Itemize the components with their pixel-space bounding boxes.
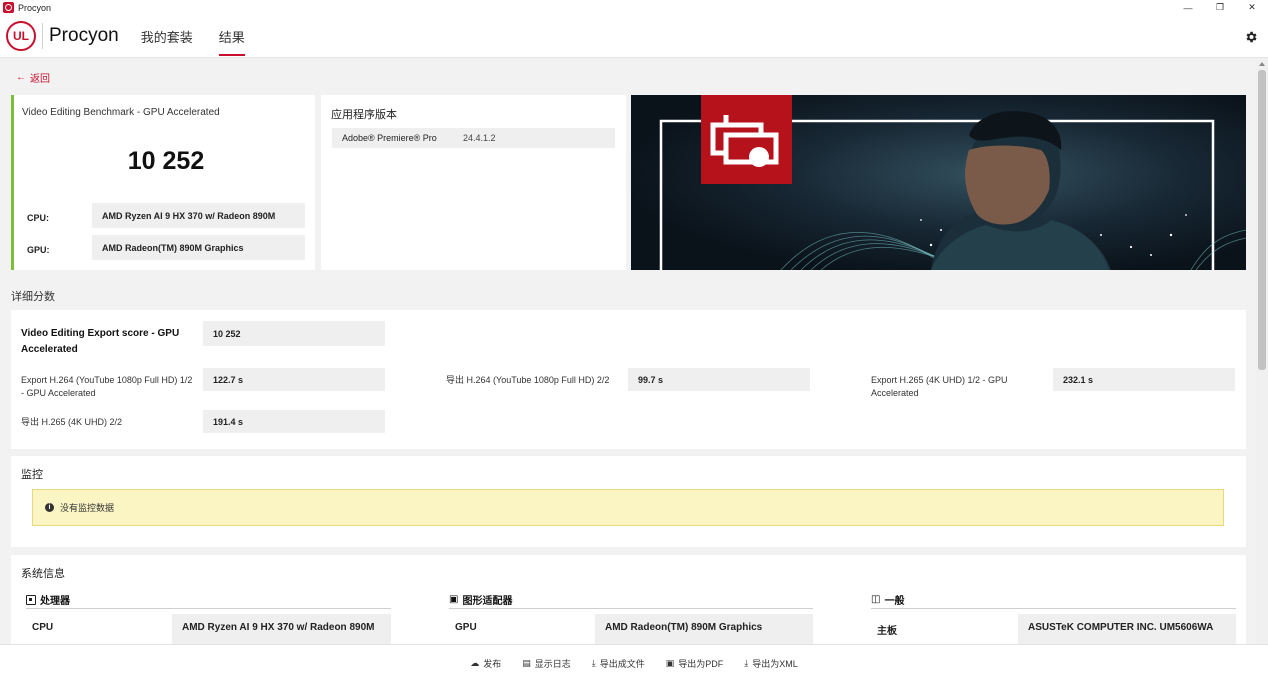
no-monitoring-text: 没有监控数据 bbox=[60, 503, 115, 513]
download-icon: ⤓ bbox=[744, 658, 749, 668]
document-icon: ▤ bbox=[522, 658, 531, 668]
main-nav: 我的套装 结果 bbox=[141, 15, 271, 58]
app-version-row: Adobe® Premiere® Pro 24.4.1.2 bbox=[332, 128, 615, 148]
app-name: Adobe® Premiere® Pro bbox=[342, 133, 437, 143]
back-link[interactable]: ← 返回 bbox=[16, 70, 50, 85]
app-version-card: 应用程序版本 Adobe® Premiere® Pro 24.4.1.2 bbox=[321, 95, 626, 270]
cpu-info-value: AMD Ryzen AI 9 HX 370 w/ Radeon 890M bbox=[172, 614, 391, 644]
motherboard-value: ASUSTeK COMPUTER INC. UM5606WA bbox=[1018, 614, 1236, 644]
h264-gpu-value: 122.7 s bbox=[203, 368, 385, 391]
ul-logo: UL bbox=[6, 21, 36, 51]
brand-name: Procyon bbox=[49, 25, 119, 46]
processor-divider bbox=[26, 608, 391, 609]
graphics-divider bbox=[449, 608, 813, 609]
close-button[interactable]: ✕ bbox=[1236, 0, 1268, 15]
publish-label: 发布 bbox=[483, 659, 502, 669]
scrollbar-thumb[interactable] bbox=[1258, 70, 1266, 370]
cpu-value: AMD Ryzen AI 9 HX 370 w/ Radeon 890M bbox=[92, 203, 305, 228]
export-pdf-label: 导出为PDF bbox=[678, 659, 724, 669]
h264-label: 导出 H.264 (YouTube 1080p Full HD) 2/2 bbox=[446, 375, 610, 385]
score-card: Video Editing Benchmark - GPU Accelerate… bbox=[11, 95, 315, 270]
maximize-button[interactable]: ❐ bbox=[1204, 0, 1236, 15]
monitoring-title: 监控 bbox=[21, 469, 43, 481]
logo-divider bbox=[42, 23, 43, 49]
export-file-button[interactable]: ⤓ 导出成文件 bbox=[592, 657, 645, 670]
system-info-card: 系统信息 处理器 CPU AMD Ryzen AI 9 HX 370 w/ Ra… bbox=[11, 555, 1246, 644]
show-log-label: 显示日志 bbox=[534, 659, 571, 669]
export-xml-label: 导出为XML bbox=[752, 659, 798, 669]
procyon-app-icon bbox=[3, 2, 14, 13]
download-icon: ⤓ bbox=[591, 658, 596, 668]
no-monitoring-notice: i 没有监控数据 bbox=[32, 489, 1224, 526]
export-file-label: 导出成文件 bbox=[599, 659, 645, 669]
scroll-up-arrow[interactable] bbox=[1259, 62, 1265, 66]
graphics-adapter-heading: ▣ 图形适配器 bbox=[449, 592, 512, 607]
show-log-button[interactable]: ▤ 显示日志 bbox=[522, 657, 571, 670]
h265-label: 导出 H.265 (4K UHD) 2/2 bbox=[21, 417, 123, 427]
gear-icon[interactable] bbox=[1244, 30, 1258, 44]
overall-score: 10 252 bbox=[127, 147, 205, 175]
app-version-value: 24.4.1.2 bbox=[463, 133, 496, 143]
h265-gpu-value: 232.1 s bbox=[1053, 368, 1235, 391]
back-label: 返回 bbox=[30, 74, 50, 85]
gpu-value: AMD Radeon(TM) 890M Graphics bbox=[92, 235, 305, 260]
minimize-button[interactable]: — bbox=[1172, 0, 1204, 15]
cpu-chip-icon bbox=[26, 594, 36, 605]
general-divider bbox=[871, 608, 1236, 609]
benchmark-hero-image bbox=[631, 95, 1246, 270]
nav-results[interactable]: 结果 bbox=[218, 15, 245, 58]
export-pdf-button[interactable]: ▣ 导出为PDF bbox=[666, 657, 724, 670]
h265-gpu-label: Export H.265 (4K UHD) 1/2 - GPU Accelera… bbox=[871, 375, 1008, 398]
motherboard-key: 主板 bbox=[877, 626, 897, 637]
cpu-label: CPU: bbox=[27, 213, 49, 223]
gpu-key: GPU bbox=[455, 622, 477, 633]
h264-gpu-label: Export H.264 (YouTube 1080p Full HD) 1/2… bbox=[21, 375, 193, 398]
arrow-left-icon: ← bbox=[16, 72, 26, 83]
export-score-value: 10 252 bbox=[203, 321, 385, 346]
window-title: Procyon bbox=[18, 2, 52, 13]
system-info-title: 系统信息 bbox=[21, 568, 65, 580]
gpu-info-value: AMD Radeon(TM) 890M Graphics bbox=[595, 614, 813, 644]
export-xml-button[interactable]: ⤓ 导出为XML bbox=[744, 657, 798, 670]
gpu-label: GPU: bbox=[27, 245, 50, 255]
app-header: UL Procyon 我的套装 结果 bbox=[0, 15, 1268, 58]
detailed-scores-card: Video Editing Export score - GPU Acceler… bbox=[11, 310, 1246, 449]
monitoring-card: 监控 i 没有监控数据 bbox=[11, 456, 1246, 547]
computer-icon: ◫ bbox=[871, 594, 881, 605]
details-section-title: 详细分数 bbox=[11, 291, 55, 303]
hero-illustration bbox=[631, 95, 1246, 270]
footer-toolbar: ☁ 发布 ▤ 显示日志 ⤓ 导出成文件 ▣ 导出为PDF ⤓ 导出为XML bbox=[0, 644, 1268, 682]
processor-heading-label: 处理器 bbox=[40, 596, 70, 607]
cpu-key: CPU bbox=[32, 622, 54, 633]
general-heading: ◫ 一般 bbox=[871, 592, 904, 607]
export-score-label: Video Editing Export score - GPU Acceler… bbox=[21, 328, 180, 355]
h264-value: 99.7 s bbox=[628, 368, 810, 391]
save-icon: ▣ bbox=[665, 658, 675, 668]
h265-value: 191.4 s bbox=[203, 410, 385, 433]
nav-my-suites[interactable]: 我的套装 bbox=[141, 15, 193, 58]
cloud-upload-icon: ☁ bbox=[470, 658, 480, 668]
graphics-adapter-heading-label: 图形适配器 bbox=[462, 596, 513, 607]
processor-heading: 处理器 bbox=[26, 592, 70, 607]
window-title-bar: Procyon — ❐ ✕ bbox=[0, 0, 1268, 15]
benchmark-title: Video Editing Benchmark - GPU Accelerate… bbox=[22, 107, 220, 118]
vertical-scrollbar[interactable] bbox=[1256, 58, 1268, 644]
info-icon: i bbox=[45, 503, 54, 512]
monitor-icon: ▣ bbox=[449, 594, 459, 605]
app-version-title: 应用程序版本 bbox=[331, 109, 397, 121]
general-heading-label: 一般 bbox=[884, 596, 905, 607]
publish-button[interactable]: ☁ 发布 bbox=[470, 657, 501, 670]
